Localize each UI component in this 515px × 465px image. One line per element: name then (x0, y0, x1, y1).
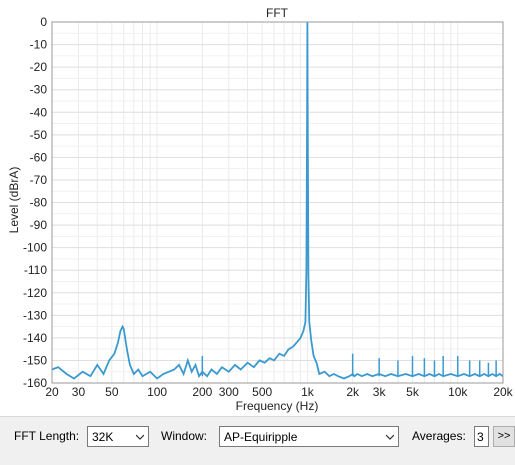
x-tick-label: 100 (147, 385, 167, 399)
x-tick-label: 50 (105, 385, 119, 399)
y-axis-label: Level (dBrA) (7, 167, 21, 234)
x-tick-label: 20 (45, 385, 59, 399)
y-tick-label: -40 (30, 105, 48, 119)
more-options-button[interactable]: >> (493, 426, 515, 447)
x-tick-label: 20k (493, 385, 513, 399)
y-tick-label: -120 (23, 286, 47, 300)
chevron-down-icon (136, 434, 144, 440)
y-tick-label: -20 (30, 60, 48, 74)
y-tick-label: 0 (40, 15, 47, 29)
x-tick-label: 3k (373, 385, 387, 399)
x-tick-label: 200 (192, 385, 212, 399)
y-tick-label: -50 (30, 128, 48, 142)
chart-title: FFT (266, 6, 289, 20)
window-value: AP-Equiripple (224, 430, 298, 444)
x-tick-label: 2k (346, 385, 360, 399)
fft-length-value: 32K (92, 430, 114, 444)
averages-value: 3 (477, 430, 484, 444)
x-tick-label: 500 (252, 385, 272, 399)
y-tick-label: -90 (30, 218, 48, 232)
chevron-down-icon (386, 434, 394, 440)
y-tick-label: -130 (23, 308, 47, 322)
fft-chart: FFT 20 30 50 100 200 300 500 1k 2k 3k 5k 10k 20k 0 -10… (0, 0, 515, 416)
window-label: Window: (161, 429, 208, 443)
x-axis-label: Frequency (Hz) (236, 399, 319, 413)
fft-chart-svg: FFT 20 30 50 100 200 300 500 1k 2k 3k 5k 10k 20k 0 -10… (0, 0, 515, 416)
x-tick-label: 5k (406, 385, 420, 399)
y-tick-label: -70 (30, 173, 48, 187)
x-tick-label: 30 (72, 385, 86, 399)
x-tick-label: 10k (448, 385, 468, 399)
y-tick-label: -30 (30, 83, 48, 97)
window-select[interactable]: AP-Equiripple (219, 426, 399, 447)
y-tick-label: -80 (30, 196, 48, 210)
fft-length-select[interactable]: 32K (87, 426, 149, 447)
averages-label: Averages: (412, 429, 466, 443)
y-tick-label: -150 (23, 353, 47, 367)
y-tick-label: -140 (23, 331, 47, 345)
y-tick-label: -100 (23, 241, 47, 255)
y-tick-label: -60 (30, 150, 48, 164)
y-tick-label: -10 (30, 38, 48, 52)
x-tick-label: 300 (219, 385, 239, 399)
y-tick-label: -110 (24, 263, 47, 277)
x-tick-label: 1k (301, 385, 315, 399)
y-tick-label: -160 (23, 376, 47, 390)
fft-length-label: FFT Length: (14, 429, 80, 443)
fft-toolbar: FFT Length: 32K Window: AP-Equiripple Av… (0, 416, 515, 465)
averages-input[interactable]: 3 (474, 426, 489, 447)
